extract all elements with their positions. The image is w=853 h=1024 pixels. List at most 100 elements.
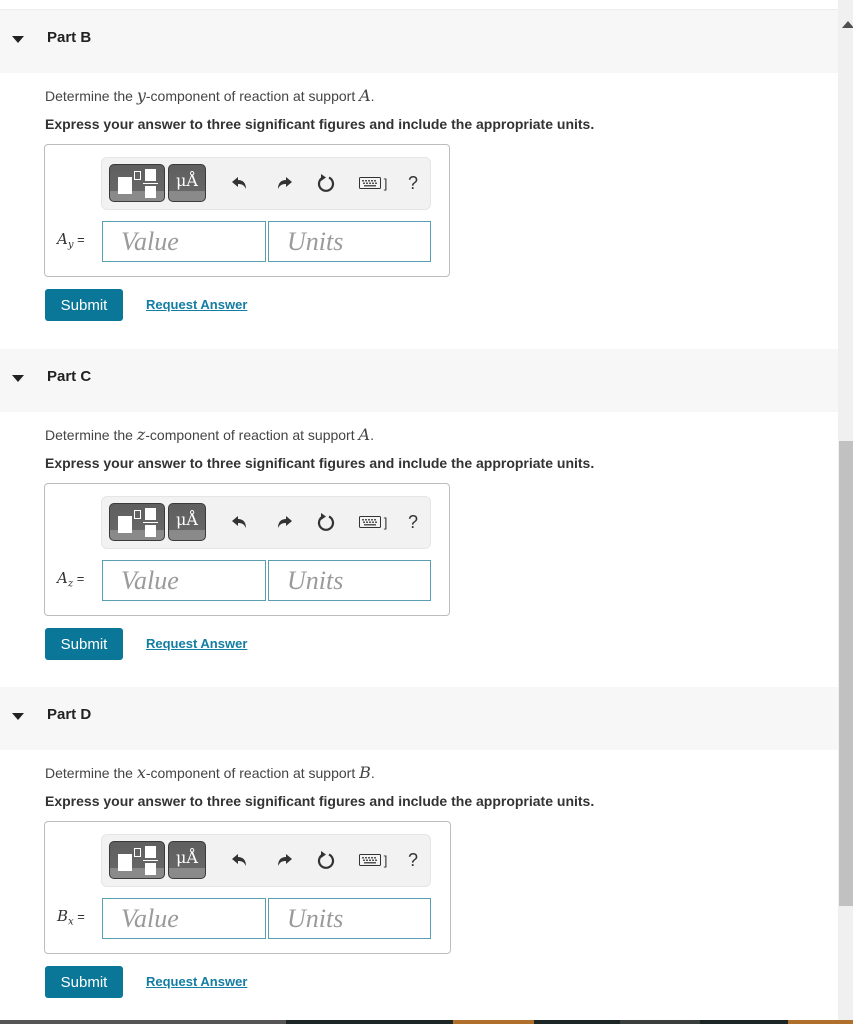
math-toolbar: μÅ ] ?: [101, 157, 431, 210]
taskbar-segment: [286, 1020, 453, 1024]
question-text: Determine the y-component of reaction at…: [45, 86, 375, 105]
redo-icon: [278, 854, 292, 866]
units-icon: μÅ: [176, 848, 198, 867]
reset-icon: [317, 851, 335, 869]
value-input[interactable]: [102, 221, 266, 262]
templates-icon-numerator: [145, 508, 156, 520]
units-input[interactable]: [268, 221, 431, 262]
instruction-text: Express your answer to three significant…: [45, 455, 595, 471]
part-d-header[interactable]: Part D: [0, 687, 838, 750]
question-suffix: .: [370, 88, 375, 104]
part-title: Part D: [47, 706, 92, 723]
question-prefix: Determine the: [45, 427, 137, 443]
keyboard-button[interactable]: ]: [354, 171, 392, 195]
templates-icon-exponent: [134, 510, 141, 519]
question-prefix: Determine the: [45, 88, 137, 104]
units-input[interactable]: [268, 560, 431, 601]
redo-button[interactable]: [272, 848, 296, 872]
units-icon: μÅ: [176, 510, 198, 529]
units-icon: μÅ: [176, 171, 198, 190]
answer-box: μÅ ] ? Bx =: [44, 821, 451, 954]
question-suffix: .: [370, 427, 374, 443]
caret-down-icon: [12, 36, 24, 43]
taskbar-segment: [700, 1020, 788, 1024]
question-support: A: [359, 86, 371, 105]
help-button[interactable]: ?: [402, 848, 424, 872]
scroll-up-arrow-icon[interactable]: [842, 21, 853, 28]
variable-main: B: [57, 907, 69, 925]
value-input[interactable]: [102, 560, 266, 601]
caret-down-icon: [12, 375, 24, 382]
templates-icon-denominator: [145, 863, 156, 875]
undo-button[interactable]: [228, 510, 252, 534]
request-answer-link[interactable]: Request Answer: [146, 297, 247, 312]
templates-icon-exponent: [134, 848, 141, 857]
keyboard-bracket: ]: [383, 514, 388, 530]
value-input[interactable]: [102, 898, 266, 939]
part-b-header[interactable]: Part B: [0, 10, 838, 73]
answer-box: μÅ ] ? Ay =: [44, 144, 450, 277]
request-answer-link[interactable]: Request Answer: [146, 974, 247, 989]
variable-main: A: [57, 230, 68, 248]
reset-icon: [317, 174, 335, 192]
undo-button[interactable]: [228, 848, 252, 872]
part-c-header[interactable]: Part C: [0, 349, 838, 412]
submit-button[interactable]: Submit: [45, 289, 123, 321]
help-button[interactable]: ?: [402, 171, 424, 195]
redo-icon: [278, 177, 292, 189]
units-button[interactable]: μÅ: [168, 841, 206, 879]
submit-button[interactable]: Submit: [45, 966, 123, 998]
variable-label: Bx =: [57, 907, 85, 928]
instruction-text: Express your answer to three significant…: [45, 793, 595, 809]
keyboard-icon: [358, 854, 381, 866]
instruction-text: Express your answer to three significant…: [45, 116, 595, 132]
question-mid: -component of reaction at support: [145, 427, 359, 443]
vertical-scrollbar[interactable]: [838, 0, 853, 1021]
question-variable: z: [136, 425, 146, 444]
math-toolbar: μÅ ] ?: [101, 834, 431, 887]
question-variable: y: [136, 86, 146, 105]
undo-icon: [232, 177, 246, 189]
part-title: Part B: [47, 29, 92, 46]
units-button[interactable]: μÅ: [168, 164, 206, 202]
templates-button[interactable]: [109, 503, 165, 541]
scrollbar-thumb[interactable]: [839, 441, 853, 906]
submit-button[interactable]: Submit: [45, 628, 123, 660]
help-button[interactable]: ?: [402, 510, 424, 534]
templates-button[interactable]: [109, 164, 165, 202]
math-toolbar: μÅ ] ?: [101, 496, 431, 549]
redo-button[interactable]: [272, 510, 296, 534]
units-button[interactable]: μÅ: [168, 503, 206, 541]
question-prefix: Determine the: [45, 765, 137, 781]
reset-button[interactable]: [314, 848, 338, 872]
equals-sign: =: [73, 232, 85, 247]
taskbar-segment: [788, 1020, 853, 1024]
templates-icon-numerator: [145, 169, 156, 181]
keyboard-bracket: ]: [383, 175, 388, 191]
undo-icon: [232, 854, 246, 866]
request-answer-link[interactable]: Request Answer: [146, 636, 247, 651]
undo-button[interactable]: [228, 171, 252, 195]
part-title: Part C: [47, 368, 92, 385]
taskbar-strip: [0, 1020, 853, 1024]
reset-button[interactable]: [314, 171, 338, 195]
equals-sign: =: [73, 909, 85, 924]
taskbar-segment: [0, 1020, 286, 1024]
units-input[interactable]: [268, 898, 431, 939]
reset-icon: [317, 513, 335, 531]
equals-sign: =: [73, 571, 85, 586]
question-text: Determine the z-component of reaction at…: [45, 425, 374, 444]
templates-icon-denominator: [145, 186, 156, 198]
keyboard-button[interactable]: ]: [354, 848, 392, 872]
variable-label: Ay =: [57, 230, 85, 251]
redo-button[interactable]: [272, 171, 296, 195]
question-mid: -component of reaction at support: [145, 765, 360, 781]
caret-down-icon: [12, 713, 24, 720]
question-text: Determine the x-component of reaction at…: [45, 763, 375, 782]
templates-icon: [118, 516, 132, 533]
templates-button[interactable]: [109, 841, 165, 879]
variable-label: Az =: [57, 569, 84, 590]
reset-button[interactable]: [314, 510, 338, 534]
keyboard-button[interactable]: ]: [354, 510, 392, 534]
taskbar-segment: [620, 1020, 700, 1024]
